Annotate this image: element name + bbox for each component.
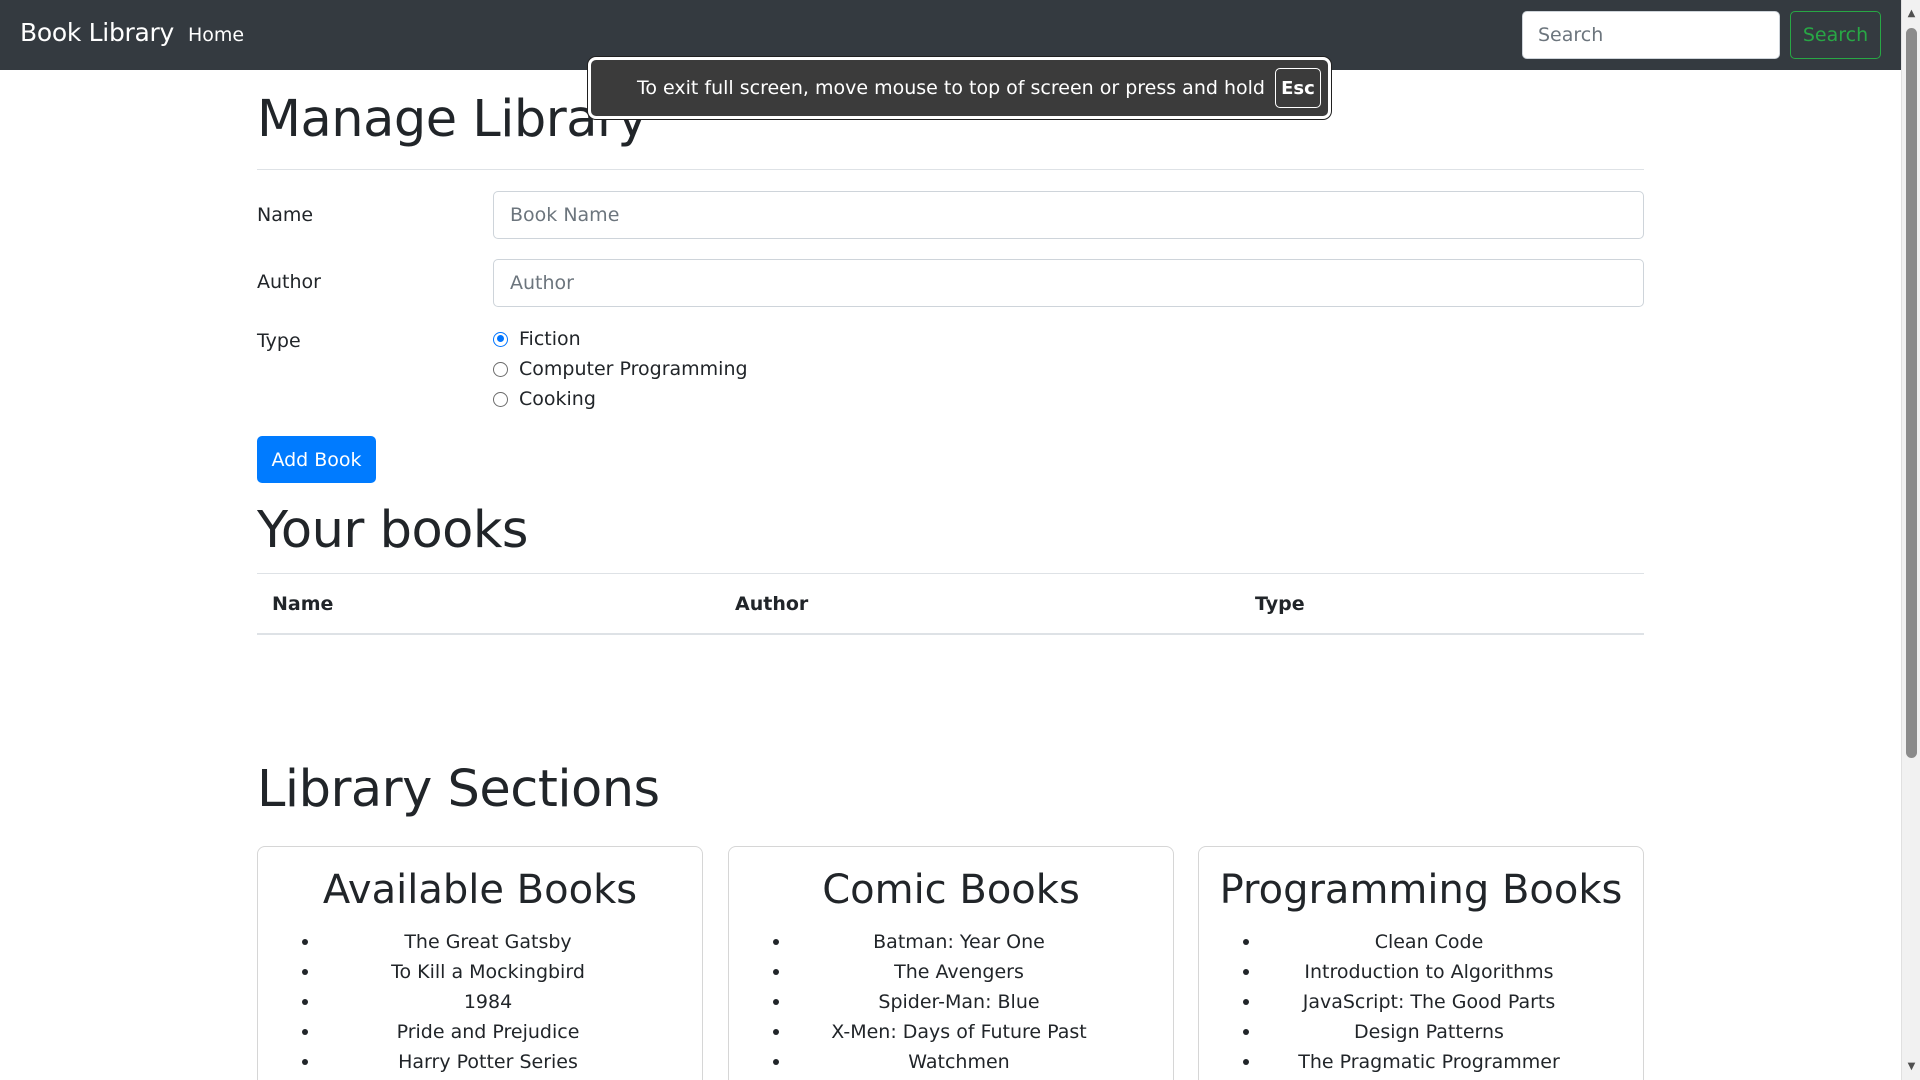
- section-card-comic-books: Comic Books Batman: Year One The Avenger…: [728, 846, 1174, 1080]
- bullet-icon: [1243, 1059, 1249, 1065]
- table-header-type: Type: [1255, 593, 1305, 615]
- section-card-available-books: Available Books The Great Gatsby To Kill…: [257, 846, 703, 1080]
- author-input[interactable]: [493, 259, 1644, 307]
- scroll-up-arrow-icon[interactable]: ▲: [1902, 4, 1920, 23]
- bullet-icon: [773, 999, 779, 1005]
- bullet-icon: [773, 1029, 779, 1035]
- scrollbar-thumb[interactable]: [1906, 28, 1917, 758]
- bullet-icon: [1243, 999, 1249, 1005]
- list-item: Batman: Year One: [769, 927, 1149, 957]
- your-books-heading: Your books: [257, 501, 528, 560]
- card-book-list: Batman: Year One The Avengers Spider-Man…: [769, 927, 1149, 1077]
- bullet-icon: [773, 939, 779, 945]
- list-item: Design Patterns: [1239, 1017, 1619, 1047]
- list-item: JavaScript: The Good Parts: [1239, 987, 1619, 1017]
- list-item: Spider-Man: Blue: [769, 987, 1149, 1017]
- table-top-border: [257, 573, 1644, 574]
- add-book-button[interactable]: Add Book: [257, 436, 376, 483]
- page-scrollbar[interactable]: ▲ ▼: [1901, 0, 1920, 1080]
- esc-key-badge: Esc: [1274, 68, 1321, 108]
- list-item: To Kill a Mockingbird: [298, 957, 678, 987]
- bullet-icon: [302, 1029, 308, 1035]
- divider: [257, 169, 1644, 170]
- list-item: The Great Gatsby: [298, 927, 678, 957]
- list-item: Clean Code: [1239, 927, 1619, 957]
- list-item: Pride and Prejudice: [298, 1017, 678, 1047]
- bullet-icon: [1243, 939, 1249, 945]
- card-book-list: The Great Gatsby To Kill a Mockingbird 1…: [298, 927, 678, 1077]
- toast-message: To exit full screen, move mouse to top o…: [637, 77, 1265, 99]
- table-header-name: Name: [272, 593, 334, 615]
- navbar-brand[interactable]: Book Library: [20, 18, 174, 47]
- radio-label: Cooking: [519, 388, 596, 410]
- bullet-icon: [302, 1059, 308, 1065]
- card-title: Comic Books: [822, 867, 1080, 913]
- name-label: Name: [257, 204, 314, 226]
- card-title: Available Books: [322, 867, 638, 913]
- navbar-search-input[interactable]: [1522, 11, 1780, 59]
- radio-label: Computer Programming: [519, 358, 748, 380]
- radio-label: Fiction: [519, 328, 581, 350]
- card-book-list: Clean Code Introduction to Algorithms Ja…: [1239, 927, 1619, 1077]
- bullet-icon: [302, 999, 308, 1005]
- bullet-icon: [1243, 1029, 1249, 1035]
- bullet-icon: [302, 969, 308, 975]
- bullet-icon: [302, 939, 308, 945]
- section-card-programming-books: Programming Books Clean Code Introductio…: [1198, 846, 1644, 1080]
- radio-unchecked-icon[interactable]: [493, 361, 508, 377]
- list-item: 1984: [298, 987, 678, 1017]
- type-radio-cooking[interactable]: Cooking: [493, 388, 596, 410]
- list-item: The Pragmatic Programmer: [1239, 1047, 1619, 1077]
- list-item: Watchmen: [769, 1047, 1149, 1077]
- list-item: Introduction to Algorithms: [1239, 957, 1619, 987]
- fullscreen-exit-toast: To exit full screen, move mouse to top o…: [588, 57, 1331, 119]
- card-title: Programming Books: [1219, 867, 1623, 913]
- list-item: The Avengers: [769, 957, 1149, 987]
- bullet-icon: [773, 969, 779, 975]
- list-item: Harry Potter Series: [298, 1047, 678, 1077]
- bullet-icon: [1243, 969, 1249, 975]
- scroll-down-arrow-icon[interactable]: ▼: [1902, 1057, 1920, 1076]
- nav-link-home[interactable]: Home: [188, 24, 244, 46]
- navbar-search-button[interactable]: Search: [1790, 11, 1881, 59]
- table-header-author: Author: [735, 593, 809, 615]
- book-name-input[interactable]: [493, 191, 1644, 239]
- type-radio-fiction[interactable]: Fiction: [493, 328, 581, 350]
- table-header-border: [257, 633, 1644, 635]
- library-sections-heading: Library Sections: [257, 760, 660, 819]
- author-label: Author: [257, 271, 321, 293]
- type-label: Type: [257, 330, 301, 352]
- radio-unchecked-icon[interactable]: [493, 391, 508, 407]
- type-radio-computer-programming[interactable]: Computer Programming: [493, 358, 748, 380]
- radio-checked-icon[interactable]: [493, 331, 508, 347]
- list-item: X-Men: Days of Future Past: [769, 1017, 1149, 1047]
- bullet-icon: [773, 1059, 779, 1065]
